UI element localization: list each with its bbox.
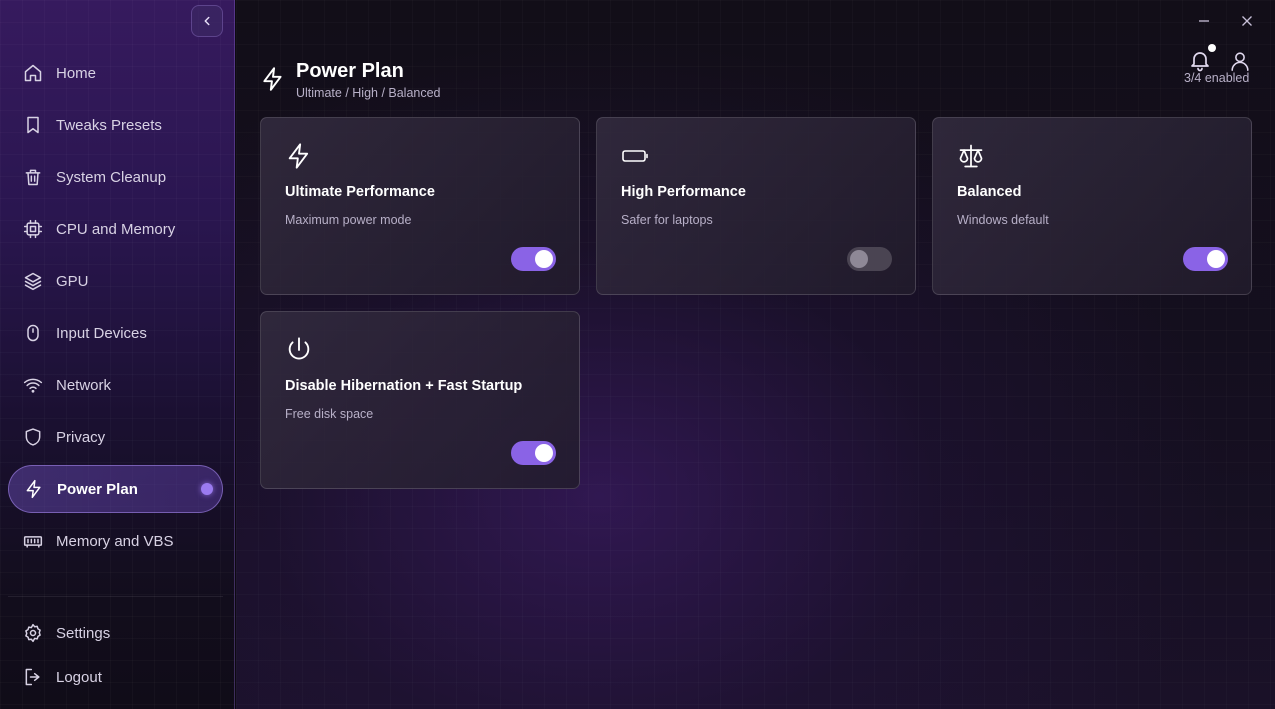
card-title: Ultimate Performance: [285, 184, 435, 200]
user-icon[interactable]: [1229, 49, 1251, 73]
sidebar-item-label: System Cleanup: [56, 168, 167, 186]
page-title: Power Plan: [296, 60, 404, 82]
bookmark-icon: [23, 115, 43, 135]
toggle-knob: [1207, 250, 1225, 268]
zap-icon: [288, 143, 309, 169]
sidebar-item-label: Memory and VBS: [56, 532, 174, 550]
mouse-icon: [23, 323, 43, 343]
sidebar-item-settings[interactable]: Settings: [8, 609, 223, 657]
shield-icon: [23, 427, 43, 447]
toggle-knob: [850, 250, 868, 268]
sidebar-item-label: Input Devices: [56, 324, 147, 342]
sidebar-item-label: CPU and Memory: [56, 220, 176, 238]
sidebar-item-label: Logout: [56, 668, 102, 686]
sidebar-item-label: Network: [56, 376, 112, 394]
logout-icon: [23, 667, 43, 687]
power-icon: [288, 337, 310, 360]
page-subtitle: Ultimate / High / Balanced: [296, 86, 441, 100]
sidebar-item-gpu[interactable]: GPU: [8, 257, 223, 305]
toggle-knob: [535, 444, 553, 462]
sidebar-item-label: Privacy: [56, 428, 106, 446]
layers-icon: [23, 271, 43, 291]
active-indicator-dot: [201, 483, 213, 495]
memory-icon: [23, 531, 43, 551]
enabled-count: 3/4 enabled: [1184, 71, 1250, 85]
main-content: Power Plan Ultimate / High / Balanced 3/…: [236, 0, 1275, 709]
card-high-performance: High Performance Safer for laptops: [596, 117, 916, 295]
card-title: Balanced: [957, 184, 1022, 200]
sidebar-item-label: Home: [56, 64, 97, 82]
scale-icon: [959, 144, 983, 168]
card-description: Maximum power mode: [285, 213, 412, 227]
card-ultimate-performance: Ultimate Performance Maximum power mode: [260, 117, 580, 295]
sidebar-item-memory-and-vbs[interactable]: Memory and VBS: [8, 517, 223, 565]
sidebar-item-label: Settings: [56, 624, 111, 642]
chevron-left-icon: [204, 16, 210, 26]
cpu-icon: [23, 219, 43, 239]
card-title: Disable Hibernation + Fast Startup: [285, 378, 523, 394]
collapse-sidebar-button[interactable]: [191, 5, 223, 37]
card-balanced: Balanced Windows default: [932, 117, 1252, 295]
close-icon: [1242, 16, 1252, 26]
card-disable-hibernation: Disable Hibernation + Fast Startup Free …: [260, 311, 580, 489]
zap-icon: [24, 479, 44, 499]
sidebar-item-tweaks-presets[interactable]: Tweaks Presets: [8, 101, 223, 149]
gear-icon: [23, 623, 43, 643]
sidebar-item-logout[interactable]: Logout: [8, 653, 223, 701]
sidebar-item-system-cleanup[interactable]: System Cleanup: [8, 153, 223, 201]
zap-icon: [263, 67, 282, 91]
sidebar-item-input-devices[interactable]: Input Devices: [8, 309, 223, 357]
sidebar-item-cpu-and-memory[interactable]: CPU and Memory: [8, 205, 223, 253]
notification-badge: [1208, 44, 1216, 52]
card-description: Safer for laptops: [621, 213, 713, 227]
card-title: High Performance: [621, 184, 746, 200]
sidebar-item-network[interactable]: Network: [8, 361, 223, 409]
toggle-knob: [535, 250, 553, 268]
sidebar-item-power-plan[interactable]: Power Plan: [8, 465, 223, 513]
close-window-button[interactable]: [1236, 10, 1258, 32]
sidebar-item-home[interactable]: Home: [8, 49, 223, 97]
minimize-icon: [1199, 20, 1209, 22]
minimize-button[interactable]: [1193, 10, 1215, 32]
toggle-switch[interactable]: [511, 441, 556, 465]
toggle-switch[interactable]: [511, 247, 556, 271]
battery-icon: [622, 150, 648, 162]
toggle-switch[interactable]: [847, 247, 892, 271]
sidebar: Home Tweaks Presets System Cleanup CPU a…: [0, 0, 235, 709]
trash-icon: [23, 167, 43, 187]
sidebar-item-label: GPU: [56, 272, 89, 290]
sidebar-item-privacy[interactable]: Privacy: [8, 413, 223, 461]
sidebar-item-label: Tweaks Presets: [56, 116, 162, 134]
card-description: Windows default: [957, 213, 1049, 227]
sidebar-divider: [8, 596, 223, 597]
toggle-switch[interactable]: [1183, 247, 1228, 271]
home-icon: [23, 63, 43, 83]
card-description: Free disk space: [285, 407, 374, 421]
wifi-icon: [23, 375, 43, 395]
bell-icon[interactable]: [1188, 48, 1212, 72]
sidebar-item-label: Power Plan: [57, 480, 138, 498]
